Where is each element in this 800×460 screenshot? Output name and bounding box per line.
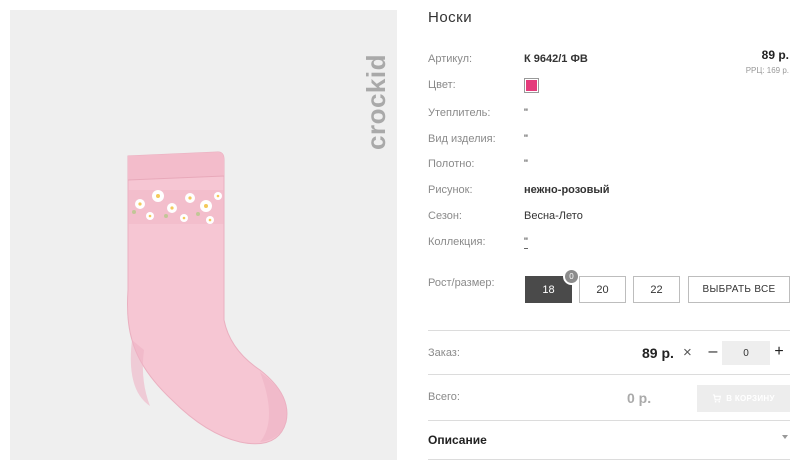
product-title: Носки [428, 9, 473, 26]
order-label: Заказ: [428, 347, 460, 359]
article-value: К 9642/1 ФВ [524, 53, 588, 65]
product-type-value: " [524, 133, 528, 145]
divider [428, 330, 790, 331]
recommended-price: РРЦ: 169 р. [745, 66, 789, 75]
pattern-label: Рисунок: [428, 184, 473, 196]
total-label: Всего: [428, 391, 460, 403]
description-toggle[interactable]: Описание [428, 433, 487, 447]
chevron-down-icon[interactable] [782, 435, 788, 439]
decrease-quantity-button[interactable]: – [706, 343, 720, 361]
product-photo[interactable]: crockid [10, 10, 397, 460]
add-to-cart-label: В КОРЗИНУ [726, 394, 775, 403]
color-swatch[interactable] [524, 78, 539, 93]
product-price: 89 р. [761, 48, 789, 62]
close-icon[interactable]: × [683, 344, 692, 361]
cart-icon [713, 394, 722, 403]
add-to-cart-button[interactable]: В КОРЗИНУ [697, 385, 790, 412]
fabric-value: " [524, 158, 528, 170]
size-option-20[interactable]: 20 [579, 276, 626, 303]
insulation-label: Утеплитель: [428, 107, 491, 119]
collection-link[interactable]: " [524, 236, 528, 249]
fabric-label: Полотно: [428, 158, 475, 170]
color-label: Цвет: [428, 79, 456, 91]
season-label: Сезон: [428, 210, 462, 222]
pattern-value: нежно-розовый [524, 184, 610, 196]
season-value: Весна-Лето [524, 210, 583, 222]
size-label: Рост/размер: [428, 277, 495, 289]
article-label: Артикул: [428, 53, 473, 65]
brand-logo: crockid [361, 32, 392, 172]
insulation-value: " [524, 107, 528, 119]
divider [428, 420, 790, 421]
brand-logo-text: crockid [361, 54, 391, 150]
product-type-label: Вид изделия: [428, 133, 496, 145]
increase-quantity-button[interactable]: + [772, 343, 786, 361]
select-all-sizes-button[interactable]: ВЫБРАТЬ ВСЕ [688, 276, 790, 303]
sock-icon [127, 151, 288, 445]
collection-label: Коллекция: [428, 236, 486, 248]
quantity-input[interactable] [722, 341, 770, 365]
size-option-22[interactable]: 22 [633, 276, 680, 303]
order-price: 89 р. [642, 345, 674, 361]
divider [428, 374, 790, 375]
collection-value[interactable]: " [524, 236, 528, 249]
size-count-badge: 0 [563, 268, 580, 285]
total-value: 0 р. [627, 390, 652, 406]
